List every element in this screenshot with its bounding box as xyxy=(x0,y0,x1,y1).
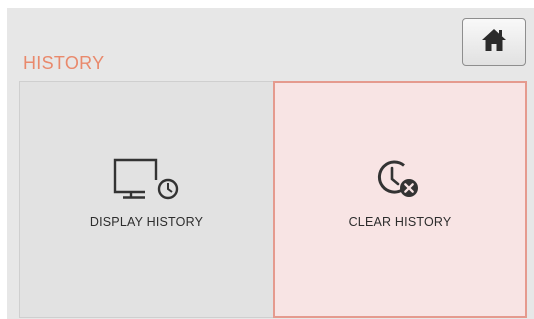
monitor-clock-icon xyxy=(111,156,183,207)
clock-clear-icon xyxy=(373,158,427,207)
home-icon xyxy=(481,28,507,57)
home-button[interactable] xyxy=(462,18,526,66)
page-title: HISTORY xyxy=(23,53,105,73)
history-options: DISPLAY HISTORY CLEAR HISTORY xyxy=(19,81,527,318)
clear-history-button[interactable]: CLEAR HISTORY xyxy=(273,81,527,318)
clear-history-label: CLEAR HISTORY xyxy=(348,215,452,229)
history-screen: HISTORY DISPLAY HISTORY CLEAR HISTORY xyxy=(7,8,534,319)
display-history-button[interactable]: DISPLAY HISTORY xyxy=(19,81,273,318)
display-history-label: DISPLAY HISTORY xyxy=(89,215,204,229)
